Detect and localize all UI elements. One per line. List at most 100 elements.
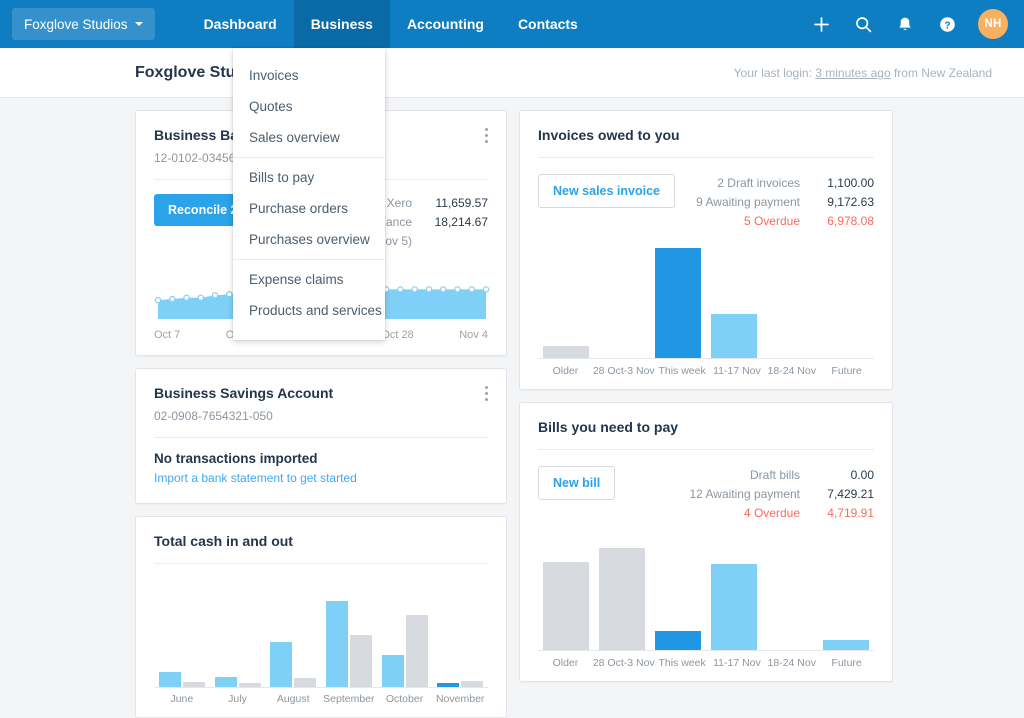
cash-bar-labels: JuneJulyAugustSeptemberOctoberNovember [154,688,488,705]
bar-slot [594,548,650,650]
new-sales-invoice-button[interactable]: New sales invoice [538,174,675,208]
bar-label: 11-17 Nov [710,657,765,669]
menu-item-bills-to-pay[interactable]: Bills to pay [233,162,385,193]
org-name-label: Foxglove Studios [24,17,128,32]
area-marker [227,292,232,297]
dropdown-group-1: Bills to payPurchase ordersPurchases ove… [233,157,385,259]
bar-cash-in [437,683,459,687]
nav-item-accounting[interactable]: Accounting [390,0,501,48]
bar [655,248,701,358]
bar-label: This week [655,365,710,377]
bills-figures: Draft bills 0.00 12 Awaiting payment 7,4… [689,466,874,523]
new-bill-button[interactable]: New bill [538,466,615,500]
import-bank-statement-link[interactable]: Import a bank statement to get started [154,471,357,485]
bar-label: October [377,693,433,705]
business-savings-account-card: Business Savings Account 02-0908-7654321… [135,368,507,504]
savings-card-title: Business Savings Account [154,385,333,401]
overdue-invoices-label: 5 Overdue [744,212,800,231]
kebab-menu-icon[interactable] [485,127,488,146]
bell-icon[interactable] [894,13,916,35]
cash-bar-group [265,642,321,687]
right-column: Invoices owed to you New sales invoice 2… [519,110,893,675]
overdue-invoices-value: 6,978.08 [818,212,874,231]
bar-slot [818,640,874,650]
plus-icon[interactable] [810,13,832,35]
overdue-bills-value: 4,719.91 [818,504,874,523]
bills-card-header: Bills you need to pay [520,403,892,435]
help-icon[interactable]: ? [936,13,958,35]
bar-slot [650,631,706,650]
menu-item-quotes[interactable]: Quotes [233,91,385,122]
page-header: Foxglove Studios Your last login: 3 minu… [0,48,1024,98]
summary-row-overdue: 4 Overdue 4,719.91 [689,504,874,523]
nav-item-dashboard[interactable]: Dashboard [187,0,294,48]
bar-label: 28 Oct-3 Nov [593,365,655,377]
draft-bills-label: Draft bills [750,466,800,485]
invoices-owed-card: Invoices owed to you New sales invoice 2… [519,110,893,390]
area-marker [426,287,431,292]
org-switcher-button[interactable]: Foxglove Studios [12,8,155,40]
summary-row: Draft bills 0.00 [689,466,874,485]
bills-bar-chart: Older28 Oct-3 NovThis week11-17 Nov18-24… [520,523,892,681]
statement-balance-value: 18,214.67 [426,213,488,251]
invoices-bar-chart: Older28 Oct-3 NovThis week11-17 Nov18-24… [520,231,892,389]
bar-label: Future [819,365,874,377]
menu-item-purchase-orders[interactable]: Purchase orders [233,193,385,224]
cash-bar-group [377,615,433,687]
area-marker [155,298,160,303]
draft-invoices-label: 2 Draft invoices [717,174,800,193]
bar [711,564,757,650]
primary-nav: Dashboard Business Accounting Contacts [187,0,595,48]
bar-label: 18-24 Nov [764,365,819,377]
bills-to-pay-card: Bills you need to pay New bill Draft bil… [519,402,893,682]
menu-item-expense-claims[interactable]: Expense claims [233,264,385,295]
bar-label: This week [655,657,710,669]
draft-bills-value: 0.00 [818,466,874,485]
bar [823,640,869,650]
bar-label: Older [538,657,593,669]
invoice-bar-labels: Older28 Oct-3 NovThis week11-17 Nov18-24… [538,359,874,377]
summary-row: 2 Draft invoices 1,100.00 [696,174,874,193]
nav-item-business[interactable]: Business [294,0,390,48]
cash-card-header: Total cash in and out [136,517,506,549]
bar-label: July [210,693,266,705]
menu-item-sales-overview[interactable]: Sales overview [233,122,385,153]
svg-text:?: ? [944,20,950,31]
bar-slot [538,562,594,650]
area-marker [184,295,189,300]
bar-label: August [265,693,321,705]
bar-label: 11-17 Nov [710,365,765,377]
savings-card-header: Business Savings Account [136,369,506,404]
bill-bars [538,539,874,651]
cash-card-title: Total cash in and out [154,533,293,549]
area-marker [212,293,217,298]
invoice-bars [538,247,874,359]
draft-invoices-value: 1,100.00 [818,174,874,193]
axis-tick: Oct 28 [381,329,413,341]
bar-cash-out [239,683,261,687]
bar-cash-in [382,655,404,687]
summary-row-overdue: 5 Overdue 6,978.08 [696,212,874,231]
last-login-time-link[interactable]: 3 minutes ago [815,66,890,80]
menu-item-products-and-services[interactable]: Products and services [233,295,385,326]
bar-label: Future [819,657,874,669]
nav-actions: ? NH [810,0,1024,48]
dropdown-group-0: InvoicesQuotesSales overview [233,56,385,157]
area-marker [455,287,460,292]
avatar[interactable]: NH [978,9,1008,39]
bar-label: June [154,693,210,705]
menu-item-purchases-overview[interactable]: Purchases overview [233,224,385,255]
summary-row: 9 Awaiting payment 9,172.63 [696,193,874,212]
search-icon[interactable] [852,13,874,35]
dashboard-main: Business Bank Account 12-0102-0345678-00… [0,98,1024,675]
menu-item-invoices[interactable]: Invoices [233,60,385,91]
summary-row: 12 Awaiting payment 7,429.21 [689,485,874,504]
last-login-prefix: Your last login: [734,66,816,80]
bar-cash-out [406,615,428,687]
nav-item-contacts[interactable]: Contacts [501,0,595,48]
kebab-menu-icon[interactable] [485,385,488,404]
bar-slot [650,248,706,358]
bar-slot [706,564,762,650]
area-marker [198,295,203,300]
top-navigation-bar: Foxglove Studios Dashboard Business Acco… [0,0,1024,48]
